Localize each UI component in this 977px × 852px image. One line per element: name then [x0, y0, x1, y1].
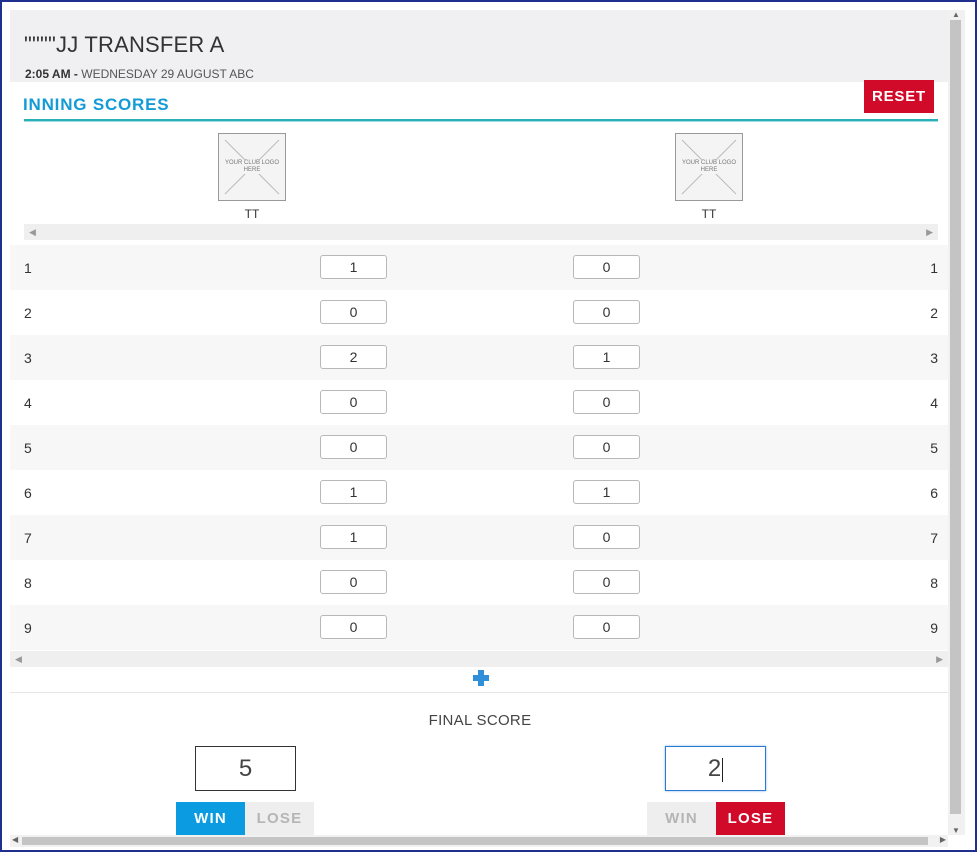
match-title: """"JJ TRANSFER A [24, 32, 225, 57]
innings-scrollbar[interactable]: ◀ ▶ [10, 651, 948, 667]
team-b-result-toggle: WIN LOSE [647, 802, 785, 836]
inning-row: 6 1 1 6 [10, 470, 948, 515]
inning-number: 2 [24, 305, 32, 321]
inning-row: 9 0 0 9 [10, 605, 948, 650]
inning-number: 4 [930, 395, 938, 411]
team-b-name: TT [701, 207, 717, 221]
scroll-up-icon[interactable]: ▲ [952, 10, 960, 19]
team-a-inning-score-input[interactable]: 0 [320, 300, 387, 324]
team-header-scrollbar[interactable]: ◀ ▶ [24, 224, 938, 240]
inning-number: 2 [930, 305, 938, 321]
scrollbar-thumb[interactable] [22, 837, 928, 845]
match-datetime: 2:05 AM - WEDNESDAY 29 AUGUST ABC [25, 67, 254, 81]
logo-placeholder-icon: YOUR CLUB LOGO HERE [218, 133, 286, 201]
inning-number: 3 [930, 350, 938, 366]
team-b-inning-score-input[interactable]: 0 [573, 390, 640, 414]
team-b-lose-button[interactable]: LOSE [716, 802, 785, 836]
final-score-label: FINAL SCORE [428, 712, 532, 729]
team-a-win-button[interactable]: WIN [176, 802, 245, 836]
team-b-final-score-value: 2 [707, 755, 722, 782]
scroll-left-icon[interactable]: ◀ [15, 654, 22, 665]
team-b-inning-score-input[interactable]: 0 [573, 615, 640, 639]
inning-row: 2 0 0 2 [10, 290, 948, 335]
team-b-inning-score-input[interactable]: 1 [573, 480, 640, 504]
team-a-name: TT [244, 207, 260, 221]
inning-row: 8 0 0 8 [10, 560, 948, 605]
scroll-down-icon[interactable]: ▼ [952, 826, 960, 835]
team-b-inning-score-input[interactable]: 0 [573, 435, 640, 459]
team-b-inning-score-input[interactable]: 1 [573, 345, 640, 369]
section-divider [24, 119, 938, 122]
inning-number: 8 [24, 575, 32, 591]
match-date: WEDNESDAY 29 AUGUST ABC [81, 67, 254, 81]
vertical-scrollbar[interactable]: ▲ ▼ [948, 10, 965, 835]
team-b-inning-score-input[interactable]: 0 [573, 255, 640, 279]
scrollbar-thumb[interactable] [950, 20, 961, 814]
scroll-left-icon[interactable]: ◀ [12, 835, 18, 844]
inning-number: 5 [24, 440, 32, 456]
horizontal-scrollbar[interactable]: ◀ ▶ [10, 835, 948, 847]
team-b-inning-score-input[interactable]: 0 [573, 300, 640, 324]
inning-number: 8 [930, 575, 938, 591]
scroll-left-icon[interactable]: ◀ [29, 227, 36, 238]
team-b-inning-score-input[interactable]: 0 [573, 570, 640, 594]
inning-number: 1 [24, 260, 32, 276]
team-a-inning-score-input[interactable]: 0 [320, 390, 387, 414]
team-a-inning-score-input[interactable]: 2 [320, 345, 387, 369]
inning-number: 3 [24, 350, 32, 366]
reset-button[interactable]: RESET [864, 80, 934, 113]
inning-row: 3 2 1 3 [10, 335, 948, 380]
logo-placeholder-text: YOUR CLUB LOGO HERE [676, 160, 742, 174]
scroll-right-icon[interactable]: ▶ [926, 227, 933, 238]
section-divider [10, 692, 948, 693]
team-a-header: YOUR CLUB LOGO HERE TT [218, 133, 286, 221]
team-a-final-score-input[interactable]: 5 [195, 746, 296, 791]
team-a-result-toggle: WIN LOSE [176, 802, 314, 836]
team-a-inning-score-input[interactable]: 0 [320, 615, 387, 639]
team-b-win-button[interactable]: WIN [647, 802, 716, 836]
inning-number: 7 [930, 530, 938, 546]
team-b-header: YOUR CLUB LOGO HERE TT [675, 133, 743, 221]
team-a-inning-score-input[interactable]: 0 [320, 570, 387, 594]
team-b-inning-score-input[interactable]: 0 [573, 525, 640, 549]
inning-row: 5 0 0 5 [10, 425, 948, 470]
inning-number: 6 [930, 485, 938, 501]
inning-number: 4 [24, 395, 32, 411]
team-a-inning-score-input[interactable]: 1 [320, 255, 387, 279]
inning-number: 5 [930, 440, 938, 456]
innings-table: 1 1 0 1 2 0 0 2 3 2 1 3 4 0 0 4 5 0 0 5 [10, 245, 948, 650]
inning-row: 1 1 0 1 [10, 245, 948, 290]
team-a-inning-score-input[interactable]: 0 [320, 435, 387, 459]
scroll-right-icon[interactable]: ▶ [940, 835, 946, 844]
scroll-right-icon[interactable]: ▶ [936, 654, 943, 665]
match-header: """"JJ TRANSFER A 2:05 AM - WEDNESDAY 29… [10, 10, 948, 82]
text-caret [722, 757, 724, 782]
inning-number: 1 [930, 260, 938, 276]
logo-placeholder-text: YOUR CLUB LOGO HERE [219, 160, 285, 174]
app-frame: """"JJ TRANSFER A 2:05 AM - WEDNESDAY 29… [0, 0, 977, 852]
team-a-inning-score-input[interactable]: 1 [320, 480, 387, 504]
inning-row: 7 1 0 7 [10, 515, 948, 560]
match-time: 2:05 AM - [25, 67, 78, 81]
inning-number: 7 [24, 530, 32, 546]
logo-placeholder-icon: YOUR CLUB LOGO HERE [675, 133, 743, 201]
inning-number: 9 [930, 620, 938, 636]
section-title: INNING SCORES [23, 95, 170, 114]
team-b-final-score-input[interactable]: 2 [665, 746, 766, 791]
team-a-inning-score-input[interactable]: 1 [320, 525, 387, 549]
inning-number: 9 [24, 620, 32, 636]
inning-row: 4 0 0 4 [10, 380, 948, 425]
inning-number: 6 [24, 485, 32, 501]
team-a-lose-button[interactable]: LOSE [245, 802, 314, 836]
plus-icon[interactable] [471, 668, 491, 688]
